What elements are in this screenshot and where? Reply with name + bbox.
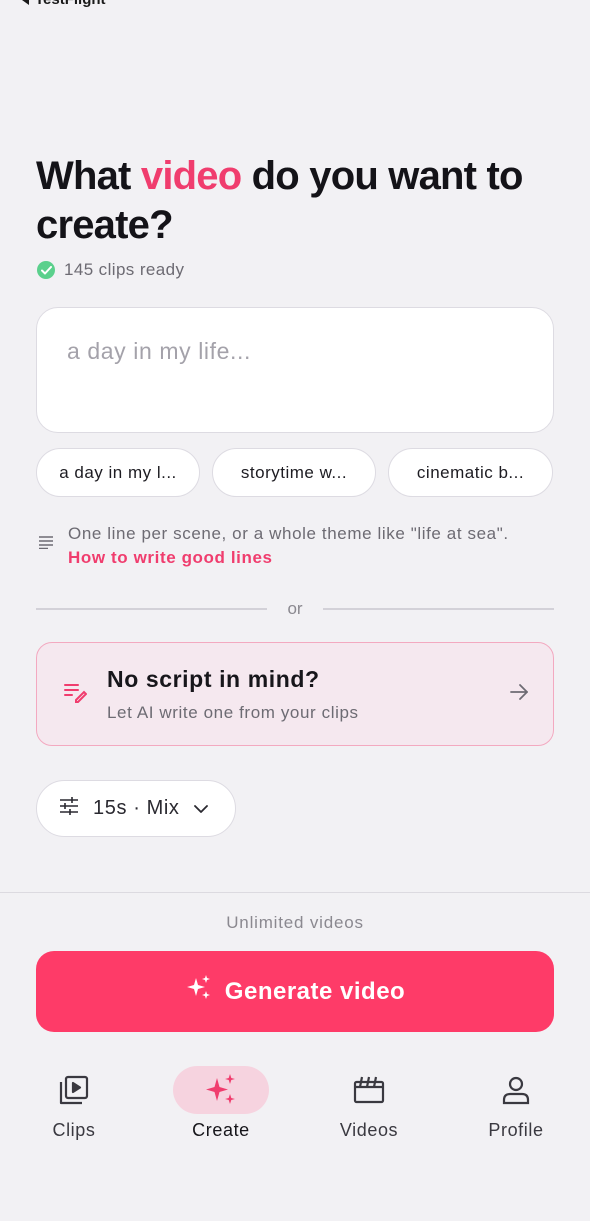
clapperboard-icon: [321, 1066, 417, 1114]
tab-label: Profile: [488, 1120, 544, 1140]
back-label: TestFlight: [35, 0, 106, 8]
prompt-placeholder: a day in my life...: [67, 338, 251, 364]
sliders-icon: [59, 796, 79, 821]
suggestion-chips: a day in my l... storytime w... cinemati…: [36, 448, 553, 497]
page-title: What video do you want to create?: [36, 152, 556, 250]
tab-bar: Clips Create Videos Profile: [0, 1066, 590, 1156]
plan-note: Unlimited videos: [226, 913, 364, 932]
text-lines-icon: [38, 532, 54, 570]
tab-profile[interactable]: Profile: [461, 1066, 571, 1141]
play-clips-icon: [26, 1066, 122, 1114]
back-to-testflight[interactable]: TestFlight: [22, 0, 106, 8]
write-script-icon: [63, 681, 88, 708]
back-arrow-icon: [22, 0, 29, 5]
divider-line: [36, 608, 267, 610]
or-label: or: [287, 599, 303, 618]
hint-body: One line per scene, or a whole theme lik…: [68, 524, 509, 543]
tab-create[interactable]: Create: [166, 1066, 276, 1141]
divider-line: [323, 608, 554, 610]
no-script-subtitle: Let AI write one from your clips: [107, 702, 359, 722]
generate-label: Generate video: [224, 977, 406, 1005]
no-script-card[interactable]: No script in mind? Let AI write one from…: [36, 642, 554, 746]
title-accent: video: [140, 154, 242, 198]
suggestion-label: cinematic b...: [416, 462, 525, 482]
suggestion-chip[interactable]: storytime w...: [212, 448, 376, 497]
hint-text: One line per scene, or a whole theme lik…: [68, 522, 538, 570]
writing-hint: One line per scene, or a whole theme lik…: [38, 522, 538, 570]
tab-videos[interactable]: Videos: [314, 1066, 424, 1141]
clips-ready-status: 145 clips ready: [37, 260, 184, 280]
chevron-down-icon: [193, 797, 208, 820]
suggestion-chip[interactable]: cinematic b...: [388, 448, 553, 497]
tab-label: Clips: [52, 1120, 96, 1140]
settings-label: 15s · Mix: [93, 797, 180, 819]
clips-ready-text: 145 clips ready: [64, 260, 185, 279]
sparkles-icon: [185, 974, 213, 1009]
tab-label: Create: [192, 1120, 250, 1140]
check-circle-icon: [37, 261, 55, 279]
suggestion-chip[interactable]: a day in my l...: [36, 448, 200, 497]
or-divider: or: [36, 597, 554, 621]
no-script-title: No script in mind?: [107, 665, 320, 692]
suggestion-label: a day in my l...: [59, 462, 177, 482]
bottom-panel: Unlimited videos Generate video Clips Cr…: [0, 892, 590, 1221]
how-to-write-link[interactable]: How to write good lines: [68, 548, 273, 567]
person-icon: [468, 1066, 564, 1114]
arrow-right-icon: [509, 683, 529, 706]
tab-label: Videos: [339, 1120, 399, 1140]
title-part-1: What: [36, 154, 141, 198]
tab-clips[interactable]: Clips: [19, 1066, 129, 1141]
duration-style-selector[interactable]: 15s · Mix: [36, 780, 236, 837]
suggestion-label: storytime w...: [240, 462, 348, 482]
sparkles-icon: [173, 1066, 269, 1114]
generate-video-button[interactable]: Generate video: [36, 951, 554, 1032]
prompt-input[interactable]: a day in my life...: [36, 307, 554, 433]
